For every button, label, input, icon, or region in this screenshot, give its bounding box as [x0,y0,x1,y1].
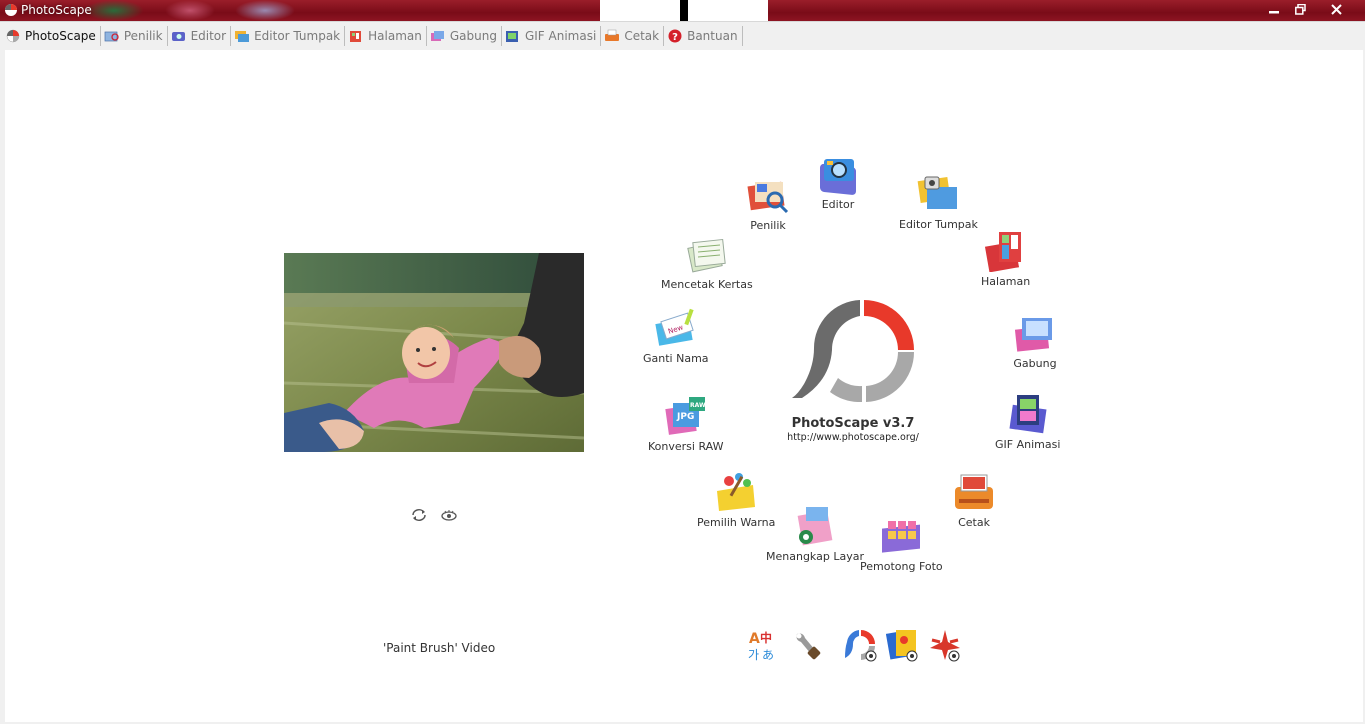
gif-icon [1009,395,1047,434]
launch-print[interactable]: Cetak [951,471,997,529]
tab-label: Bantuan [687,29,738,43]
paper-print-icon [687,238,726,273]
batch-editor-icon [918,176,958,209]
svg-text:가: 가 [748,648,759,662]
editor-icon [820,159,856,195]
tab-label: Editor [190,29,227,43]
launch-editor[interactable]: Editor [815,153,861,211]
tab-label: Editor Tumpak [254,29,341,43]
language-icon[interactable]: A 中 가 あ [747,628,781,662]
tab-editor[interactable]: Editor [168,26,232,46]
svg-text:RAW: RAW [690,402,706,409]
photoscape-plugin-icon[interactable] [886,628,920,662]
background-blur [235,0,295,21]
tab-gabung[interactable]: Gabung [427,26,502,46]
svg-text:あ: あ [762,648,774,662]
background-blur [165,0,215,21]
tab-label: Cetak [624,29,660,43]
combine-icon [430,31,444,41]
close-icon [1330,3,1342,15]
minimize-button[interactable] [1261,0,1287,18]
app-version: PhotoScape v3.7 [791,416,915,431]
tab-label: Halaman [368,29,422,43]
promo-photo [284,253,584,452]
svg-text:JPG: JPG [676,412,694,422]
launch-photo-splitter[interactable]: Pemotong Foto [860,515,943,573]
refresh-icon[interactable] [410,508,428,522]
viewer-icon [747,181,789,214]
batch-editor-icon [235,31,250,42]
photoscape-update-icon[interactable] [843,628,877,662]
svg-text:?: ? [672,32,678,43]
help-icon: ? [668,29,682,43]
website-link[interactable]: http://www.photoscape.org/ [753,432,953,443]
background-blur [84,0,144,21]
viewer-icon [104,31,119,42]
gif-icon [505,31,518,42]
photo-splitter-icon [882,521,921,553]
combine-icon [1014,318,1052,352]
video-link[interactable]: 'Paint Brush' Video [383,641,495,655]
tab-label: PhotoScape [25,29,96,43]
svg-text:A: A [749,631,760,647]
launch-batch-editor[interactable]: Editor Tumpak [899,173,978,231]
launch-color-picker[interactable]: Pemilih Warna [697,471,775,529]
editor-icon [171,32,185,41]
window-title: PhotoScape [21,3,92,17]
photoscape-app-icon [5,4,17,16]
tab-halaman[interactable]: Halaman [345,26,427,46]
photoscape-logo [792,300,914,402]
tab-bar: PhotoScape Penilik Editor Editor Tumpak … [0,21,1365,49]
print-icon [955,474,993,509]
tab-penilik[interactable]: Penilik [101,26,168,46]
svg-text:中: 中 [760,630,772,645]
page-icon [350,31,362,42]
tab-gif-animasi[interactable]: GIF Animasi [502,26,602,46]
screen-capture-icon [797,507,833,546]
launch-viewer[interactable]: Penilik [745,174,791,232]
settings-icon[interactable] [789,628,823,662]
print-icon [605,29,620,41]
launch-rename[interactable]: New Ganti Nama [643,307,709,365]
launch-raw-converter[interactable]: JPG RAW Konversi RAW [648,395,723,453]
tab-label: Penilik [123,29,163,43]
ad-icon[interactable] [928,628,962,662]
raw-converter-icon: JPG RAW [665,397,706,435]
rename-icon: New [655,308,694,346]
minimize-icon [1269,11,1279,14]
close-button[interactable] [1313,0,1359,18]
photoscape-icon [6,29,20,43]
restore-icon [1294,3,1306,15]
page-icon [984,232,1021,272]
title-bar: PhotoScape [0,0,1365,21]
launch-gif-animation[interactable]: GIF Animasi [995,393,1060,451]
tab-cetak[interactable]: Cetak [601,26,665,46]
tab-label: Gabung [449,29,497,43]
color-picker-icon [717,473,756,511]
tab-photoscape[interactable]: PhotoScape [2,26,101,46]
window-controls [1261,0,1359,18]
launch-screen-capture[interactable]: Menangkap Layar [766,505,864,563]
tab-label: GIF Animasi [524,29,597,43]
tab-editor-tumpak[interactable]: Editor Tumpak [231,26,346,46]
home-panel: 'Paint Brush' Video PhotoScape v3.7 http… [5,50,1363,722]
restore-button[interactable] [1287,0,1313,18]
launch-combine[interactable]: Gabung [1012,312,1058,370]
launch-page[interactable]: Halaman [981,230,1030,288]
background-blur [680,0,688,21]
tab-bantuan[interactable]: ? Bantuan [664,26,743,46]
view-icon[interactable] [440,508,458,522]
launch-paper-print[interactable]: Mencetak Kertas [661,233,753,291]
promo-video-thumbnail[interactable] [284,253,584,452]
